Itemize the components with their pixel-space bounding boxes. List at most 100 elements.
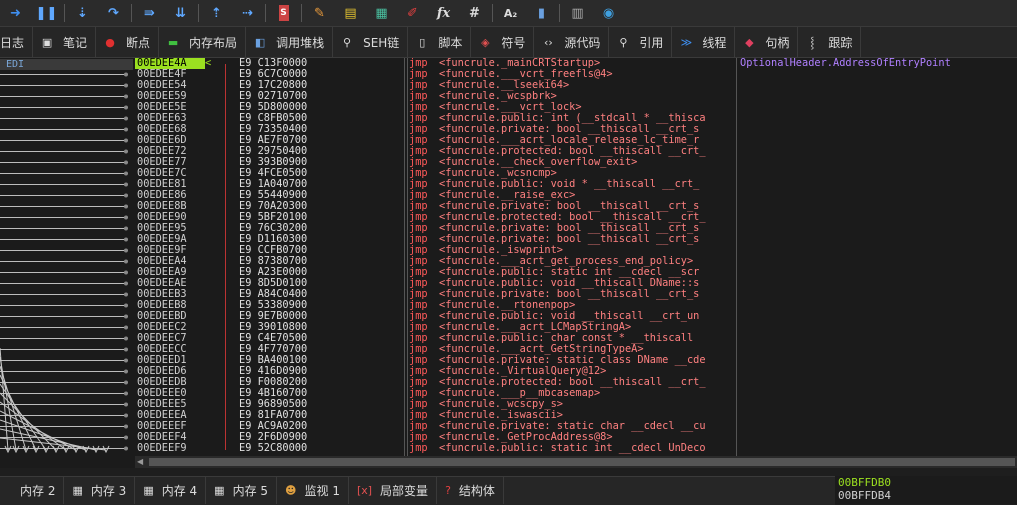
tab-locals[interactable]: [x] 局部变量 xyxy=(349,477,438,504)
jump-dot xyxy=(124,215,128,220)
jump-dot xyxy=(124,325,128,330)
execute-till-icon[interactable]: ⇢ xyxy=(232,1,263,25)
horizontal-scrollbar[interactable]: ◀ xyxy=(135,456,1017,468)
tab-struct[interactable]: ? 结构体 xyxy=(437,477,504,504)
tab-handles[interactable]: ◆ 句柄 xyxy=(735,27,799,57)
jump-dot xyxy=(124,116,128,121)
toolbar-separator xyxy=(559,4,560,22)
tab-label: 局部变量 xyxy=(380,484,429,498)
globe-icon[interactable]: ◉ xyxy=(593,1,624,25)
tab-label: 引用 xyxy=(639,35,664,50)
calc-icon[interactable]: ▥ xyxy=(562,1,593,25)
pattern-icon[interactable]: ▦ xyxy=(366,1,397,25)
instruction-operand: <funcrule.public: void __thiscall __crt_… xyxy=(439,311,700,322)
tab-label: 内存 4 xyxy=(161,484,198,498)
tab-script[interactable]: ▯ 脚本 xyxy=(408,27,472,57)
instruction-operand: <funcrule.___acrt_GetStringTypeA> xyxy=(439,344,644,355)
tab-references[interactable]: ⚲ 引用 xyxy=(609,27,673,57)
instruction-pointer-arrow xyxy=(205,245,233,256)
step-into-icon[interactable]: ⇣ xyxy=(67,1,98,25)
column-separator xyxy=(404,58,405,456)
pen-icon[interactable]: ✎ xyxy=(304,1,335,25)
trace-icon: ⸾ xyxy=(810,35,815,49)
tab-memory-4[interactable]: ▦ 内存 4 xyxy=(135,477,207,504)
instruction-operand: <funcrule.public: char const * __thiscal… xyxy=(439,333,700,344)
instruction-mnemonic: jmp xyxy=(409,442,428,454)
jump-graph: EDI xyxy=(0,58,135,456)
tab-label: 脚本 xyxy=(438,35,463,50)
step-up-icon[interactable]: ⇡ xyxy=(201,1,232,25)
jump-dot xyxy=(124,347,128,352)
instruction-pointer-arrow xyxy=(205,410,233,421)
jump-lines xyxy=(0,72,128,454)
instruction-operand: <funcrule.protected: bool __thiscall __c… xyxy=(439,212,706,223)
instruction-pointer-arrow xyxy=(205,432,233,443)
jump-dot xyxy=(124,226,128,231)
toolbar-separator xyxy=(131,4,132,22)
comment-column: OptionalHeader.AddressOfEntryPoint xyxy=(737,58,1017,456)
scroll-left-icon[interactable]: ◀ xyxy=(137,458,143,466)
jump-dot xyxy=(124,193,128,198)
instruction-pointer-arrow xyxy=(205,366,233,377)
fx-icon[interactable]: fx xyxy=(428,1,459,25)
instruction-pointer-arrow xyxy=(205,113,233,124)
jump-dot xyxy=(124,358,128,363)
instruction-pointer-arrow xyxy=(205,311,233,322)
tab-source[interactable]: ‹› 源代码 xyxy=(534,27,610,57)
step-over-icon[interactable]: ↷ xyxy=(98,1,129,25)
tab-label: 调用堆栈 xyxy=(276,35,325,50)
tab-memory-2[interactable]: 内存 2 xyxy=(0,477,65,504)
hash-icon[interactable]: # xyxy=(459,1,490,25)
instruction-operand: <funcrule._mainCRTStartup> xyxy=(439,58,601,69)
tab-memory-3[interactable]: ▦ 内存 3 xyxy=(64,477,136,504)
tab-memory-map[interactable]: ▬ 内存布局 xyxy=(159,27,247,57)
run-to-icon[interactable]: ⇛ xyxy=(134,1,165,25)
instruction-pointer-arrow xyxy=(205,289,233,300)
script-icon[interactable]: S xyxy=(268,1,299,25)
instruction-pointer-arrow xyxy=(205,69,233,80)
a2-icon[interactable]: A₂ xyxy=(495,1,526,25)
instruction-pointer-arrow: < xyxy=(205,57,212,69)
tab-notes[interactable]: ▣ 笔记 xyxy=(33,27,97,57)
find-icon[interactable]: ▮ xyxy=(526,1,557,25)
tab-label: 句柄 xyxy=(765,35,790,50)
pane-gap xyxy=(0,468,1017,476)
jump-dot xyxy=(124,149,128,154)
pause-icon[interactable]: ❚❚ xyxy=(31,1,62,25)
jump-dot xyxy=(124,94,128,99)
symbols-icon: ◈ xyxy=(481,35,490,49)
instruction-operand: <funcrule.___acrt_locale_release_lc_time… xyxy=(439,135,700,146)
tab-seh[interactable]: ⚲ SEH链 xyxy=(333,27,409,57)
erase-icon[interactable]: ✐ xyxy=(397,1,428,25)
jump-dot xyxy=(124,314,128,319)
tab-label: 断点 xyxy=(126,35,151,50)
jump-dot xyxy=(124,105,128,110)
tab-trace[interactable]: ⸾ 跟踪 xyxy=(798,27,862,57)
tab-memory-5[interactable]: ▦ 内存 5 xyxy=(206,477,278,504)
memory-icon: ▦ xyxy=(72,484,83,497)
jump-dot xyxy=(124,303,128,308)
tab-breakpoints[interactable]: ● 断点 xyxy=(96,27,160,57)
tab-watch-1[interactable]: ☻ 监视 1 xyxy=(277,477,349,504)
jump-dot xyxy=(124,182,128,187)
tab-label: 监视 1 xyxy=(304,484,340,498)
instruction-bytes: E9 52C80000 xyxy=(239,442,308,454)
stack-address-current[interactable]: 00BFFDB0 xyxy=(835,476,1017,489)
instruction-operand: <funcrule.___p__mbcasemap> xyxy=(439,388,601,399)
bottom-tabs: 内存 2 ▦ 内存 3 ▦ 内存 4 ▦ 内存 5 ☻ 监视 1 [x] 局部变量 ? 结构… xyxy=(0,476,835,505)
jump-dot xyxy=(124,138,128,143)
stack-address[interactable]: 00BFFDB4 xyxy=(835,489,1017,502)
tab-symbols[interactable]: ◈ 符号 xyxy=(471,27,535,57)
instruction-pointer-arrow xyxy=(205,157,233,168)
step-down-icon[interactable]: ⇊ xyxy=(165,1,196,25)
instruction-pointer-arrow xyxy=(205,91,233,102)
tab-log[interactable]: 日志 xyxy=(0,27,34,57)
arrow-right-icon[interactable]: ➜ xyxy=(0,1,31,25)
instruction-pointer-arrow xyxy=(205,399,233,410)
tab-threads[interactable]: ≫ 线程 xyxy=(672,27,736,57)
scrollbar-thumb[interactable] xyxy=(149,458,1015,466)
tab-call-stack[interactable]: ◧ 调用堆栈 xyxy=(246,27,334,57)
instruction-pointer-arrow xyxy=(205,388,233,399)
highlight-icon[interactable]: ▤ xyxy=(335,1,366,25)
instruction-operand: <funcrule.public: void __thiscall DName:… xyxy=(439,278,700,289)
